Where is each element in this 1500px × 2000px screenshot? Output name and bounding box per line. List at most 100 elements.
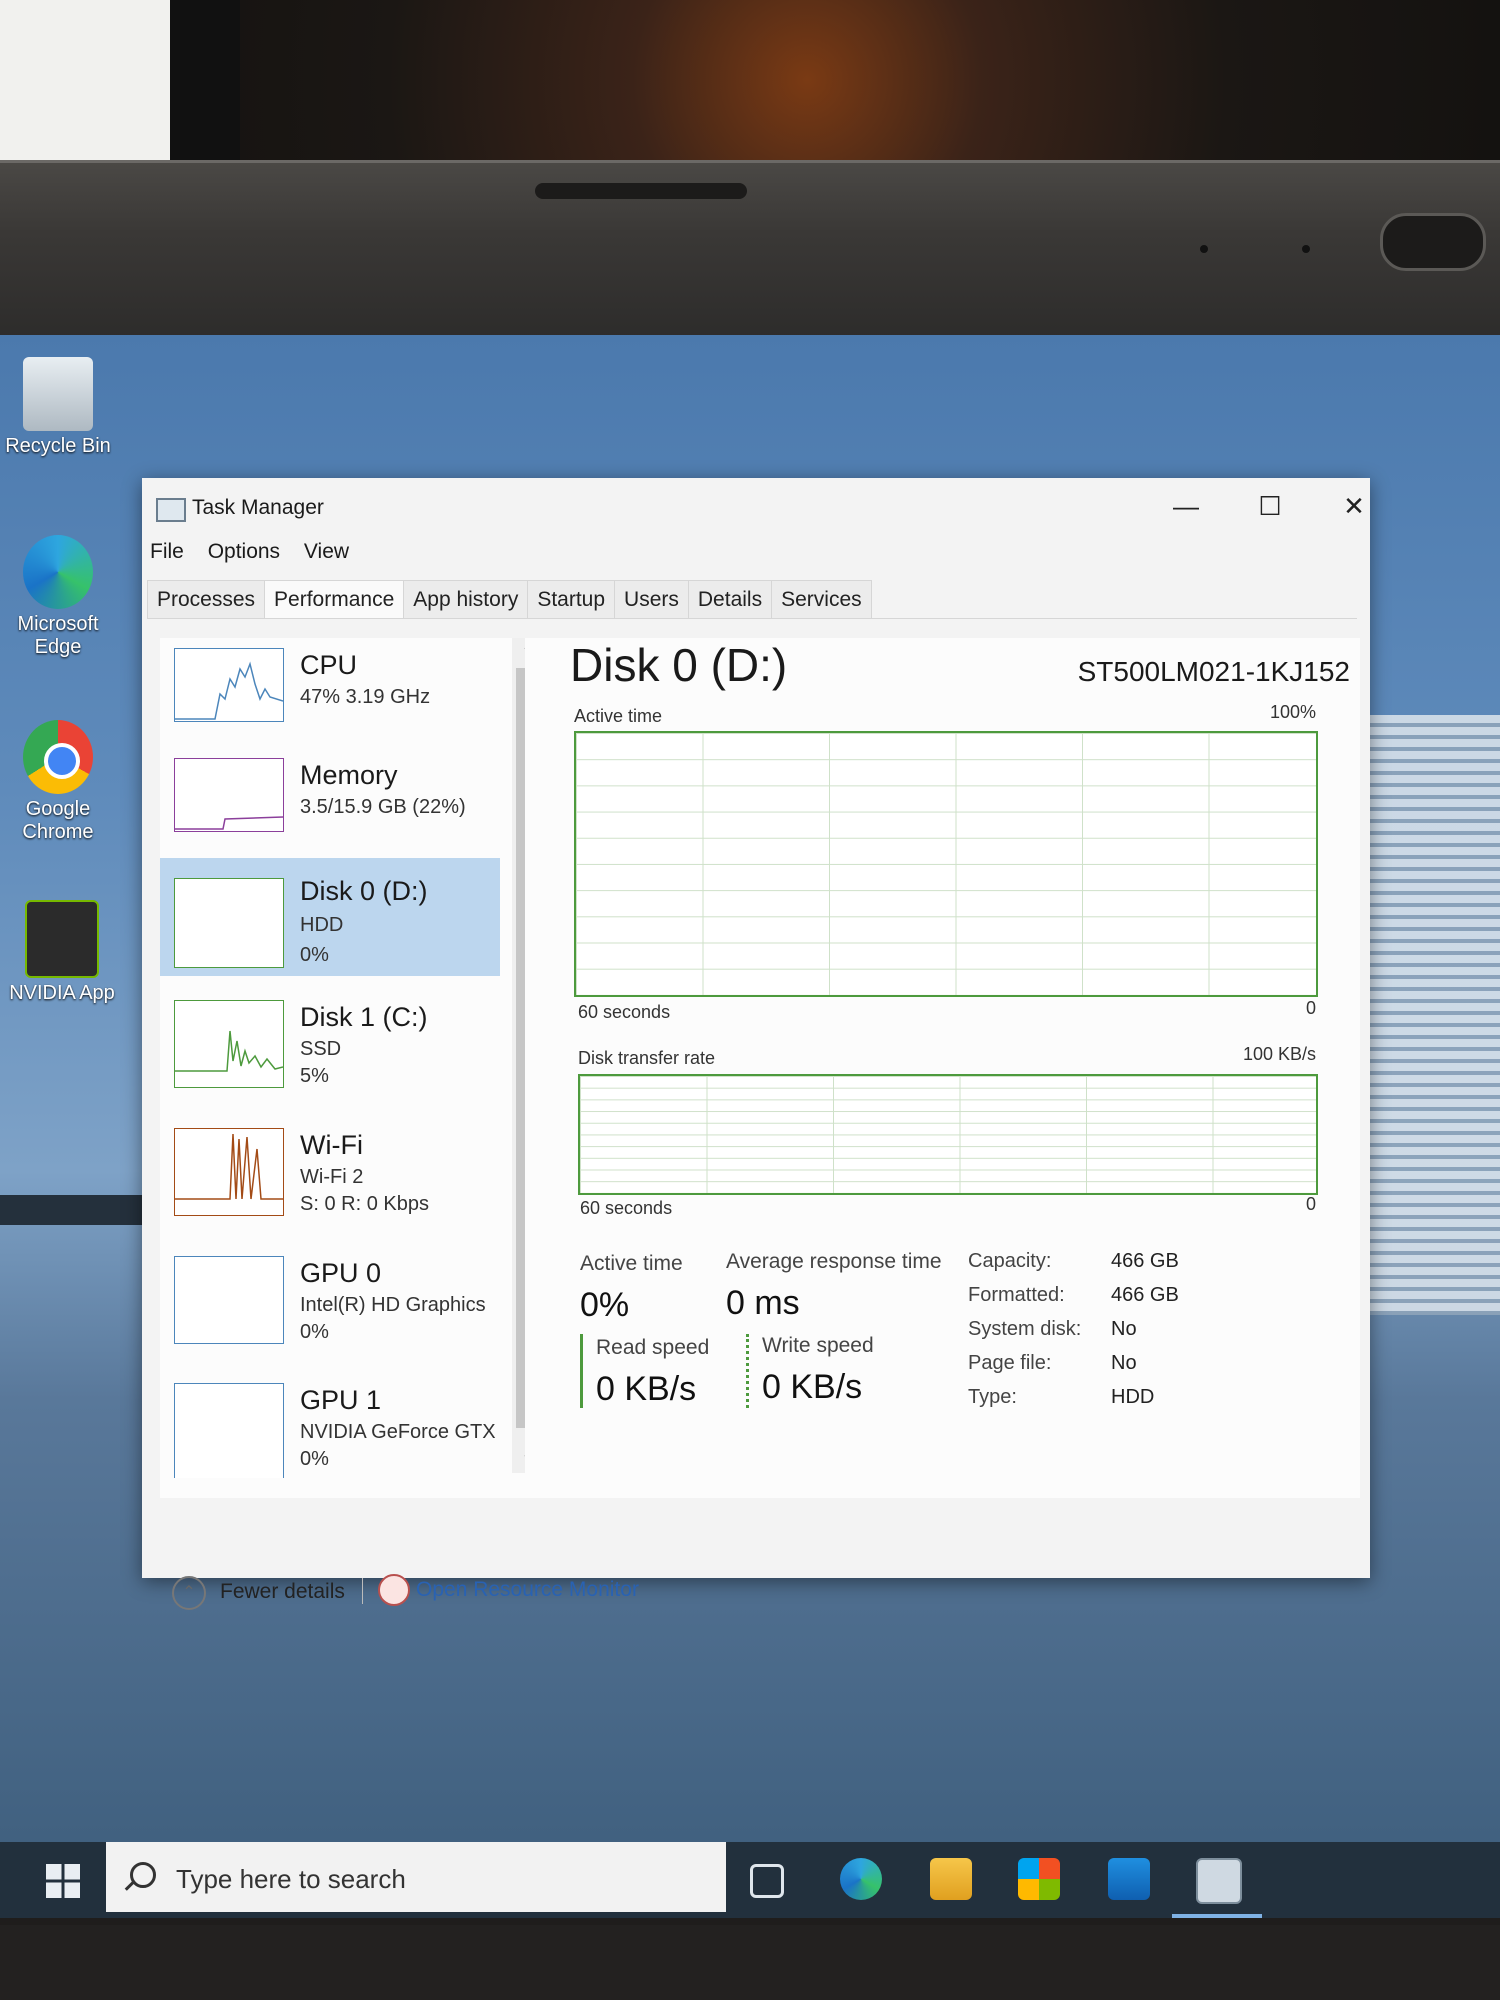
property-key: Page file:: [968, 1352, 1052, 1374]
wallpaper-shore: [0, 1195, 160, 1225]
desktop-icon-recycle-bin[interactable]: Recycle Bin: [0, 357, 118, 458]
property-value: 466 GB: [1111, 1250, 1179, 1272]
webcam-sensor: [1200, 245, 1208, 253]
search-box[interactable]: Type here to search: [106, 1842, 726, 1912]
minimize-button[interactable]: —: [1154, 486, 1218, 526]
task-manager-window: Task Manager — ☐ ✕ File Options View Pro…: [142, 478, 1370, 1610]
sidebar-item-gpu0[interactable]: GPU 0 Intel(R) HD Graphics 0%: [160, 1246, 500, 1364]
page-title: Disk 0 (D:): [570, 639, 788, 691]
tab-details[interactable]: Details: [687, 580, 773, 618]
tab-bar: Processes Performance App history Startu…: [147, 580, 1357, 619]
chevron-up-icon[interactable]: ⌃: [172, 1576, 206, 1610]
gpu0-mini-graph: [174, 1256, 284, 1344]
menu-bar: File Options View: [150, 540, 367, 564]
file-explorer-icon[interactable]: [930, 1858, 972, 1900]
scroll-down-icon[interactable]: ⌄: [512, 1444, 525, 1468]
property-row: Formatted: 466 GB: [968, 1284, 1368, 1314]
nvidia-icon: [25, 900, 99, 978]
open-resource-monitor-link[interactable]: Open Resource Monitor: [416, 1578, 639, 1602]
sidebar-item-usage: 0%: [300, 1321, 329, 1343]
sidebar-item-cpu[interactable]: CPU 47% 3.19 GHz: [160, 638, 500, 756]
sidebar-item-disk0[interactable]: Disk 0 (D:) HDD 0%: [160, 858, 500, 976]
sidebar-item-name: GPU 1: [300, 1385, 382, 1415]
bezel-notch: [535, 183, 747, 199]
property-row: Capacity: 466 GB: [968, 1250, 1368, 1280]
sidebar-item-usage: S: 0 R: 0 Kbps: [300, 1193, 429, 1215]
sidebar-item-name: Wi-Fi: [300, 1130, 363, 1160]
window-title: Task Manager: [192, 496, 324, 519]
desktop-icon-label: Google Chrome: [22, 798, 94, 843]
tab-app-history[interactable]: App history: [403, 580, 529, 618]
active-time-graph-max: 100%: [1269, 702, 1316, 722]
property-row: Type: HDD: [968, 1386, 1368, 1416]
active-time-graph-min: 0: [1305, 998, 1316, 1018]
tab-processes[interactable]: Processes: [147, 580, 266, 618]
background-scene: [0, 0, 1500, 170]
chrome-icon: [23, 720, 93, 794]
tab-services[interactable]: Services: [771, 580, 872, 618]
sidebar-item-memory[interactable]: Memory 3.5/15.9 GB (22%): [160, 748, 500, 866]
outlook-icon[interactable]: [1108, 1858, 1150, 1900]
desktop-icon-nvidia[interactable]: NVIDIA App: [2, 900, 122, 1005]
wifi-mini-graph: [174, 1128, 284, 1216]
cpu-mini-graph: [174, 648, 284, 722]
transfer-graph-min: 0: [1305, 1194, 1316, 1214]
resource-monitor-icon[interactable]: [378, 1574, 410, 1606]
sidebar-item-detail: 47% 3.19 GHz: [300, 686, 431, 708]
desktop-icon-edge[interactable]: Microsoft Edge: [0, 535, 118, 659]
sidebar-item-detail: SSD: [300, 1038, 342, 1060]
property-key: Type:: [968, 1386, 1017, 1408]
edge-icon[interactable]: [840, 1858, 882, 1900]
close-button[interactable]: ✕: [1322, 486, 1386, 526]
active-time-graph-xlabel: 60 seconds: [578, 1002, 671, 1022]
tab-users[interactable]: Users: [614, 580, 689, 618]
task-view-icon[interactable]: [750, 1864, 784, 1898]
footer-divider: [362, 1578, 363, 1604]
sidebar-item-name: Disk 0 (D:): [300, 876, 428, 906]
scroll-up-icon[interactable]: ⌃: [512, 642, 525, 666]
memory-mini-graph: [174, 758, 284, 832]
search-icon: [130, 1862, 156, 1888]
disk1-mini-graph: [174, 1000, 284, 1088]
sidebar-item-wifi[interactable]: Wi-Fi Wi-Fi 2 S: 0 R: 0 Kbps: [160, 1118, 500, 1236]
property-row: System disk: No: [968, 1318, 1368, 1348]
sidebar-item-name: Memory: [300, 760, 398, 790]
performance-panel: CPU 47% 3.19 GHz Memory 3.5/15.9 GB (22%…: [160, 638, 1360, 1498]
active-time-graph-label: Active time: [574, 706, 663, 726]
windows-start-icon[interactable]: [46, 1864, 80, 1898]
property-value: No: [1111, 1352, 1137, 1374]
read-speed-indicator: [580, 1334, 583, 1408]
sidebar-scrollbar[interactable]: ⌃ ⌄: [512, 638, 525, 1473]
tab-startup[interactable]: Startup: [527, 580, 616, 618]
store-icon[interactable]: [1018, 1858, 1060, 1900]
sidebar-item-usage: 0%: [300, 944, 329, 966]
menu-view[interactable]: View: [304, 540, 349, 563]
property-row: Page file: No: [968, 1352, 1368, 1382]
write-speed-indicator: [746, 1334, 752, 1408]
fewer-details-button[interactable]: Fewer details: [220, 1580, 345, 1604]
laptop-bottom-bezel: [0, 1925, 1500, 2000]
scroll-thumb[interactable]: [516, 668, 525, 1428]
wifi-sparkline: [175, 1133, 283, 1200]
webcam-sensor: [1302, 245, 1310, 253]
active-time-label: Active time: [580, 1252, 683, 1275]
avg-response-value: 0 ms: [726, 1284, 800, 1322]
sidebar-item-gpu1[interactable]: GPU 1 NVIDIA GeForce GTX 0%: [160, 1373, 500, 1478]
active-time-graph: [574, 731, 1318, 997]
sidebar-item-detail: Intel(R) HD Graphics: [300, 1294, 486, 1316]
title-bar[interactable]: Task Manager — ☐ ✕: [142, 478, 1370, 534]
property-key: Capacity:: [968, 1250, 1052, 1272]
sidebar-item-disk1[interactable]: Disk 1 (C:) SSD 5%: [160, 990, 500, 1108]
edge-icon: [23, 535, 93, 609]
tab-performance[interactable]: Performance: [264, 580, 405, 618]
maximize-button[interactable]: ☐: [1238, 486, 1302, 526]
menu-file[interactable]: File: [150, 540, 184, 563]
gpu1-mini-graph: [174, 1383, 284, 1478]
disk-model: ST500LM021-1KJ152: [1077, 656, 1350, 687]
task-manager-icon[interactable]: [1196, 1858, 1242, 1904]
property-key: System disk:: [968, 1318, 1082, 1340]
desktop-icon-chrome[interactable]: Google Chrome: [0, 720, 118, 844]
sidebar-item-usage: 5%: [300, 1065, 329, 1087]
background-display: [240, 0, 1500, 160]
menu-options[interactable]: Options: [208, 540, 280, 563]
